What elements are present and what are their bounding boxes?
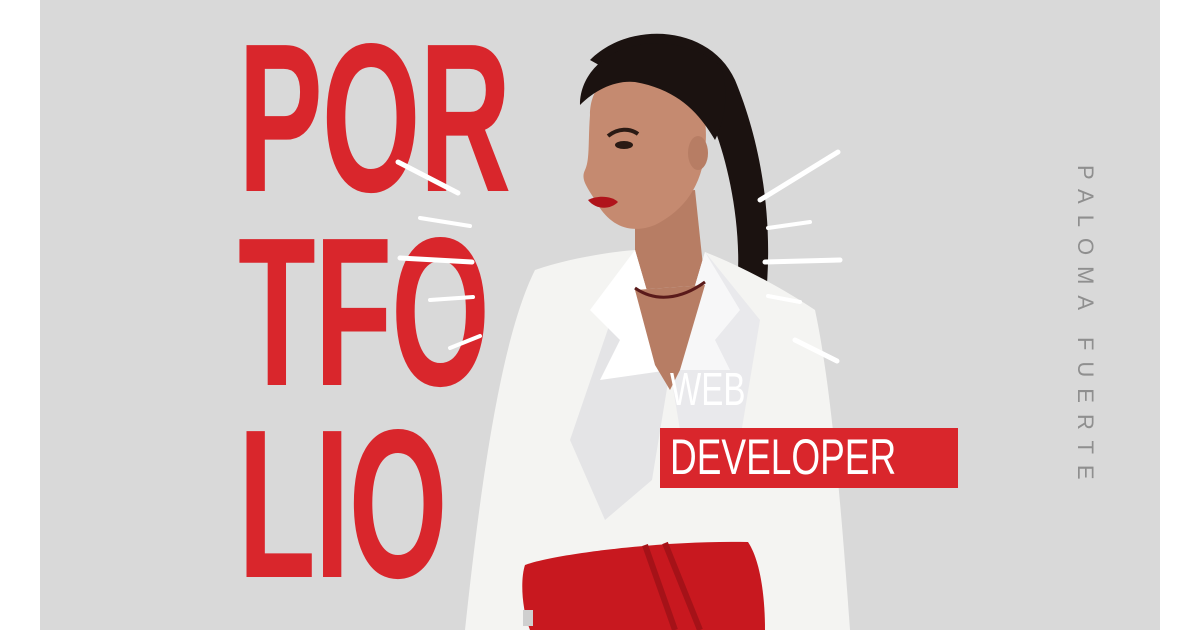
burst-lines-decoration	[395, 149, 843, 364]
author-name: PALOMA FUERTE	[1073, 165, 1098, 491]
portfolio-cover: POR TFO LIO WEB DEVELOPER PALOMA FUERTE	[40, 0, 1160, 630]
role-label-developer: DEVELOPER	[670, 429, 897, 485]
role-label-web: WEB	[670, 363, 746, 415]
